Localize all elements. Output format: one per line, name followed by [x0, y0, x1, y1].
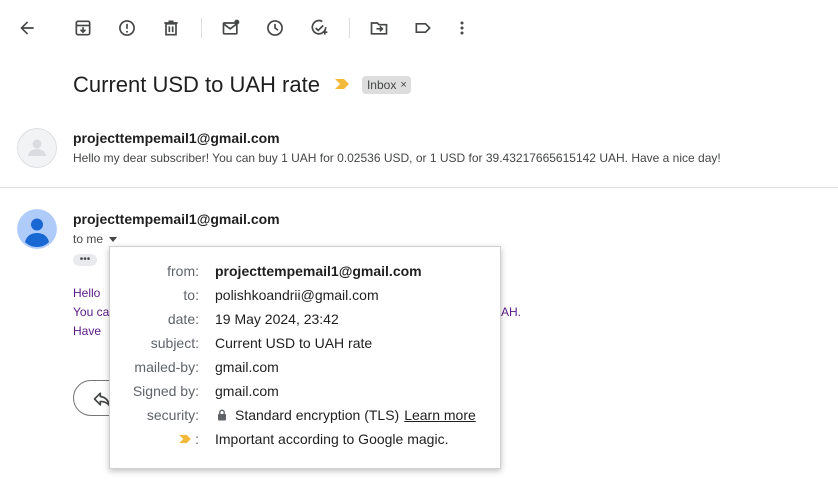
- security-text: Standard encryption (TLS): [235, 407, 400, 423]
- importance-colon: :: [195, 431, 199, 447]
- more-icon[interactable]: [448, 14, 476, 42]
- details-row-date: date: 19 May 2024, 23:42: [110, 311, 502, 331]
- details-row-subject: subject: Current USD to UAH rate: [110, 335, 502, 355]
- details-security-value: Standard encryption (TLS) Learn more: [215, 407, 476, 423]
- sender-name: projecttempemail1@gmail.com: [73, 130, 280, 146]
- show-trimmed-content-button[interactable]: •••: [73, 254, 97, 266]
- sender-name: projecttempemail1@gmail.com: [73, 211, 280, 227]
- subject-row: Current USD to UAH rate Inbox ×: [73, 72, 411, 98]
- message-body-line: Have: [73, 324, 102, 338]
- toolbar-divider: [201, 18, 202, 38]
- label-chip-text: Inbox: [366, 78, 397, 92]
- message-body-line: Hello: [73, 286, 101, 300]
- label-chip-inbox: Inbox ×: [361, 76, 411, 94]
- details-mailed-by-value: gmail.com: [215, 359, 279, 375]
- delete-icon[interactable]: [157, 14, 185, 42]
- details-subject-value: Current USD to UAH rate: [215, 335, 373, 351]
- message-body-line: You ca: [73, 305, 110, 319]
- details-row-security: security: Standard encryption (TLS) Lear…: [110, 407, 502, 427]
- message-body-line: AH.: [501, 305, 522, 319]
- details-row-signed-by: Signed by: gmail.com: [110, 383, 502, 403]
- report-spam-icon[interactable]: [113, 14, 141, 42]
- details-row-importance: : Important according to Google magic.: [110, 431, 502, 451]
- details-from-value: projecttempemail1@gmail.com: [215, 263, 422, 279]
- collapsed-message[interactable]: projecttempemail1@gmail.com Hello my dea…: [0, 124, 838, 188]
- caret-down-icon: [109, 236, 118, 242]
- details-signed-by-value: gmail.com: [215, 383, 279, 399]
- email-subject: Current USD to UAH rate: [73, 72, 320, 97]
- toolbar: [0, 0, 838, 56]
- details-label: :: [178, 431, 199, 447]
- details-label: security:: [146, 407, 199, 423]
- snooze-icon[interactable]: [261, 14, 289, 42]
- recipient-text: to me: [73, 232, 104, 246]
- label-icon[interactable]: [409, 14, 437, 42]
- details-date-value: 19 May 2024, 23:42: [215, 311, 339, 327]
- details-label: Signed by:: [132, 383, 199, 399]
- add-to-tasks-icon[interactable]: [305, 14, 333, 42]
- importance-marker-icon: [179, 434, 191, 444]
- default-avatar-icon: [17, 128, 57, 168]
- details-label: from:: [167, 263, 199, 279]
- lock-icon: [218, 409, 226, 421]
- details-label: to:: [183, 287, 199, 303]
- details-row-from: from: projecttempemail1@gmail.com: [110, 263, 502, 283]
- message-details-popup: from: projecttempemail1@gmail.com to: po…: [109, 246, 501, 469]
- details-label: date:: [167, 311, 199, 327]
- toolbar-divider: [349, 18, 350, 38]
- move-to-icon[interactable]: [365, 14, 393, 42]
- avatar[interactable]: [17, 209, 57, 249]
- recipient-details-toggle[interactable]: to me: [73, 232, 118, 246]
- mark-unread-icon[interactable]: [217, 14, 245, 42]
- remove-label-icon[interactable]: ×: [400, 79, 406, 91]
- details-label: subject:: [150, 335, 199, 351]
- details-row-to: to: polishkoandrii@gmail.com: [110, 287, 502, 307]
- message-snippet: Hello my dear subscriber! You can buy 1 …: [73, 151, 721, 165]
- details-label: mailed-by:: [134, 359, 199, 375]
- details-importance-value: Important according to Google magic.: [215, 431, 449, 447]
- importance-marker-icon[interactable]: [334, 77, 350, 95]
- learn-more-link[interactable]: Learn more: [404, 407, 476, 423]
- details-row-mailed-by: mailed-by: gmail.com: [110, 359, 502, 379]
- back-icon[interactable]: [13, 14, 41, 42]
- details-to-value: polishkoandrii@gmail.com: [215, 287, 379, 303]
- archive-icon[interactable]: [69, 14, 97, 42]
